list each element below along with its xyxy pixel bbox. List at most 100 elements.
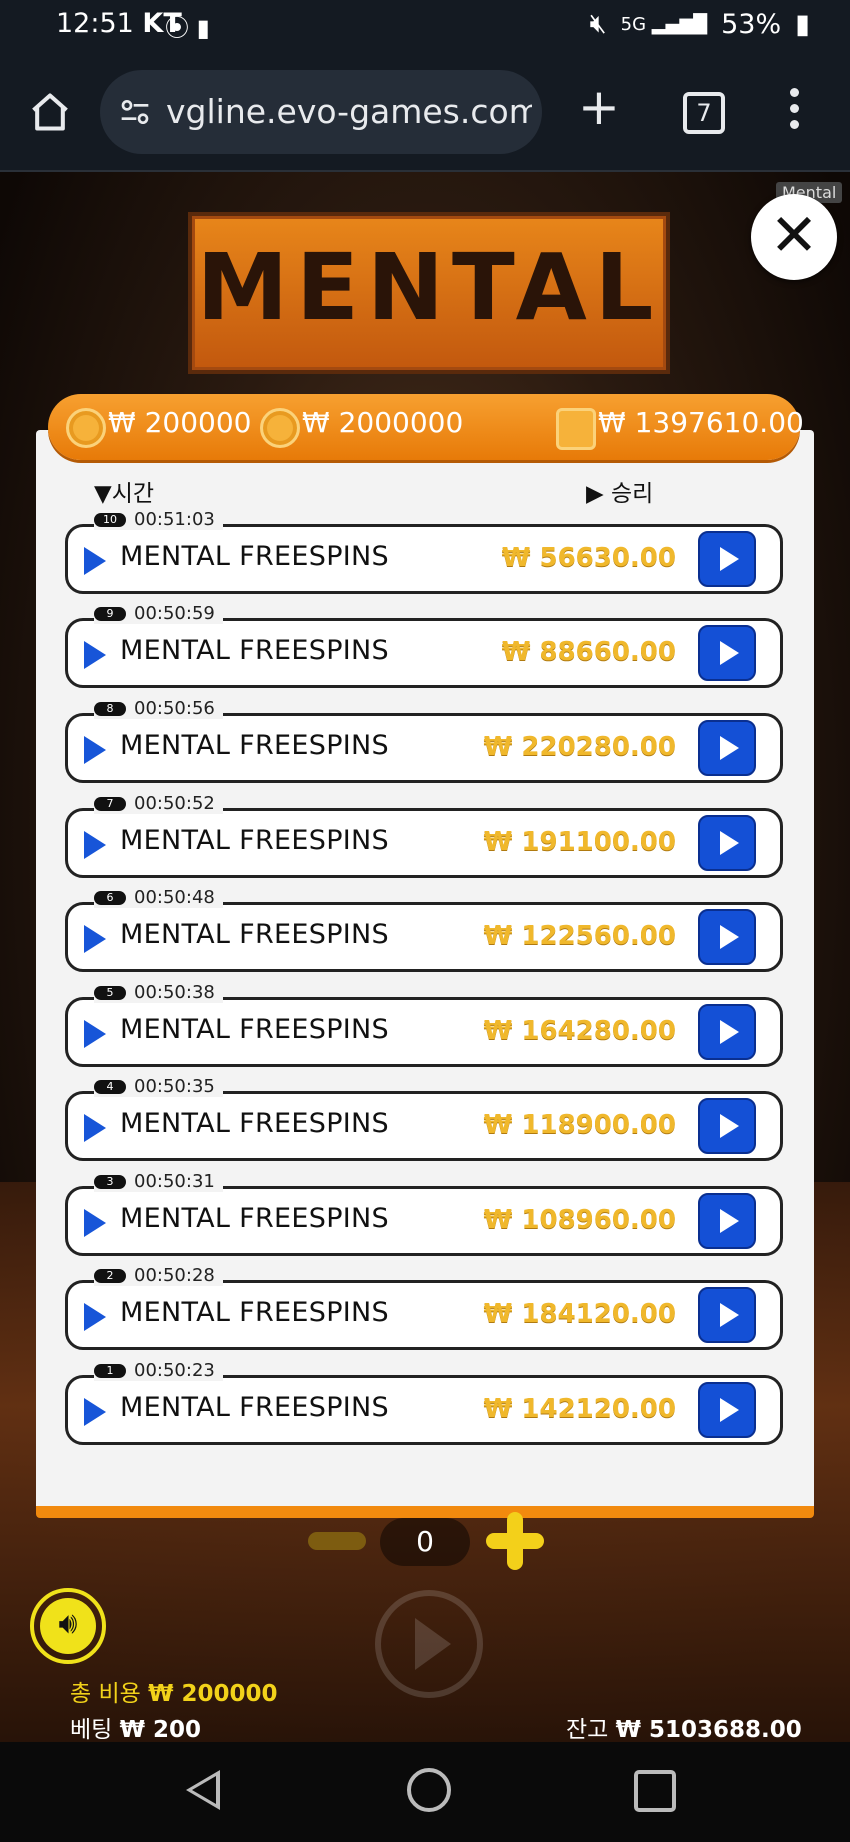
history-header: ₩ 200000 ₩ 2000000 ₩ 1397610.00 xyxy=(48,394,804,460)
coin-icon xyxy=(260,408,300,448)
status-bar: 12:51 KT ⦿ ▮ 🔇︎ 5G ▂▄▆█ 53% ▮ xyxy=(0,0,850,56)
mute-icon: 🔇︎ xyxy=(589,8,607,39)
speaker-icon: 🔊︎ xyxy=(58,1606,78,1641)
decrease-button[interactable] xyxy=(308,1532,366,1550)
balance: 잔고 ₩ 5103688.00 xyxy=(566,1717,802,1742)
row-amount: ₩ 118900.00 xyxy=(483,1110,676,1140)
row-name: MENTAL FREESPINS xyxy=(120,1108,389,1139)
row-name: MENTAL FREESPINS xyxy=(120,1014,389,1045)
row-name: MENTAL FREESPINS xyxy=(120,825,389,856)
row-index: 6 xyxy=(94,890,126,905)
home-circle-icon[interactable] xyxy=(407,1768,451,1812)
sort-by-win[interactable]: ▶ 승리 xyxy=(586,474,653,508)
replay-button[interactable] xyxy=(698,1382,756,1438)
play-icon xyxy=(84,1020,106,1048)
row-index: 8 xyxy=(94,701,126,716)
tab-switcher-button[interactable]: 7 xyxy=(683,92,725,134)
row-index: 5 xyxy=(94,985,126,1000)
wallet-value: ₩ 1397610.00 xyxy=(598,406,804,439)
close-icon: ✕ xyxy=(769,201,819,269)
address-bar[interactable]: vgline.evo-games.com/ xyxy=(100,70,542,154)
more-menu-icon[interactable] xyxy=(790,88,800,136)
increase-button[interactable] xyxy=(486,1512,544,1570)
recent-apps-icon[interactable] xyxy=(634,1770,676,1812)
system-nav-bar xyxy=(0,1742,850,1842)
replay-button[interactable] xyxy=(698,531,756,587)
play-icon xyxy=(84,641,106,669)
replay-button[interactable] xyxy=(698,1287,756,1343)
row-name: MENTAL FREESPINS xyxy=(120,635,389,666)
row-index: 3 xyxy=(94,1174,126,1189)
home-icon[interactable] xyxy=(28,90,72,134)
replay-button[interactable] xyxy=(698,815,756,871)
hotspot-icon: ⦿ ▮ xyxy=(165,14,210,42)
row-amount: ₩ 164280.00 xyxy=(483,1016,676,1046)
play-icon xyxy=(84,1209,106,1237)
play-icon xyxy=(84,1114,106,1142)
replay-button[interactable] xyxy=(698,909,756,965)
coin-icon xyxy=(66,408,106,448)
row-name: MENTAL FREESPINS xyxy=(120,919,389,950)
replay-button[interactable] xyxy=(698,1098,756,1154)
row-index: 1 xyxy=(94,1363,126,1378)
play-icon xyxy=(84,831,106,859)
row-name: MENTAL FREESPINS xyxy=(120,1297,389,1328)
site-settings-icon[interactable] xyxy=(118,96,152,128)
row-time: 00:50:59 xyxy=(134,603,215,624)
row-name: MENTAL FREESPINS xyxy=(120,730,389,761)
replay-button[interactable] xyxy=(698,1193,756,1249)
row-index: 4 xyxy=(94,1079,126,1094)
row-amount: ₩ 191100.00 xyxy=(483,827,676,857)
history-row: 2 00:50:28 MENTAL FREESPINS ₩ 184120.00 xyxy=(65,1265,783,1350)
browser-toolbar: vgline.evo-games.com/ + 7 xyxy=(0,56,850,172)
row-time: 00:50:38 xyxy=(134,982,215,1003)
row-index: 2 xyxy=(94,1268,126,1283)
history-row: 9 00:50:59 MENTAL FREESPINS ₩ 88660.00 xyxy=(65,603,783,688)
history-row: 7 00:50:52 MENTAL FREESPINS ₩ 191100.00 xyxy=(65,793,783,878)
play-icon xyxy=(84,1303,106,1331)
row-name: MENTAL FREESPINS xyxy=(120,1392,389,1423)
replay-button[interactable] xyxy=(698,1004,756,1060)
row-time: 00:50:48 xyxy=(134,887,215,908)
cost-value-2: ₩ 2000000 xyxy=(302,406,464,439)
new-tab-button[interactable]: + xyxy=(578,82,620,132)
history-row: 10 00:51:03 MENTAL FREESPINS ₩ 56630.00 xyxy=(65,509,783,594)
game-canvas: MENTAL Mental ✕ ₩ 200000 ₩ 2000000 ₩ 139… xyxy=(0,172,850,1742)
history-row: 8 00:50:56 MENTAL FREESPINS ₩ 220280.00 xyxy=(65,698,783,783)
row-amount: ₩ 220280.00 xyxy=(483,732,676,762)
close-button[interactable]: ✕ xyxy=(751,194,837,280)
status-right: 🔇︎ 5G ▂▄▆█ 53% ▮ xyxy=(590,8,810,40)
spin-button[interactable] xyxy=(375,1590,483,1698)
row-time: 00:50:28 xyxy=(134,1265,215,1286)
row-time: 00:50:56 xyxy=(134,698,215,719)
play-icon xyxy=(84,1398,106,1426)
row-amount: ₩ 56630.00 xyxy=(501,543,676,573)
row-amount: ₩ 184120.00 xyxy=(483,1299,676,1329)
play-icon xyxy=(84,736,106,764)
replay-button[interactable] xyxy=(698,720,756,776)
url-text[interactable]: vgline.evo-games.com/ xyxy=(166,92,532,131)
row-amount: ₩ 142120.00 xyxy=(483,1394,676,1424)
back-icon[interactable] xyxy=(186,1770,220,1810)
bet-amount: 베팅 ₩ 200 xyxy=(70,1717,202,1742)
row-time: 00:50:31 xyxy=(134,1171,215,1192)
row-amount: ₩ 122560.00 xyxy=(483,921,676,951)
wallet-icon xyxy=(556,408,596,450)
cost-value-1: ₩ 200000 xyxy=(108,406,252,439)
sound-button[interactable]: 🔊︎ xyxy=(30,1588,106,1664)
row-time: 00:50:35 xyxy=(134,1076,215,1097)
row-time: 00:50:23 xyxy=(134,1360,215,1381)
row-name: MENTAL FREESPINS xyxy=(120,541,389,572)
row-time: 00:51:03 xyxy=(134,509,215,530)
history-row: 6 00:50:48 MENTAL FREESPINS ₩ 122560.00 xyxy=(65,887,783,972)
replay-button[interactable] xyxy=(698,625,756,681)
row-time: 00:50:52 xyxy=(134,793,215,814)
row-index: 9 xyxy=(94,606,126,621)
sort-by-time[interactable]: ▼시간 xyxy=(94,474,154,508)
row-index: 10 xyxy=(94,512,126,527)
row-index: 7 xyxy=(94,796,126,811)
row-amount: ₩ 108960.00 xyxy=(483,1205,676,1235)
row-name: MENTAL FREESPINS xyxy=(120,1203,389,1234)
signal-icon: 5G ▂▄▆█ xyxy=(620,13,708,35)
battery-icon: ▮ xyxy=(795,8,810,40)
